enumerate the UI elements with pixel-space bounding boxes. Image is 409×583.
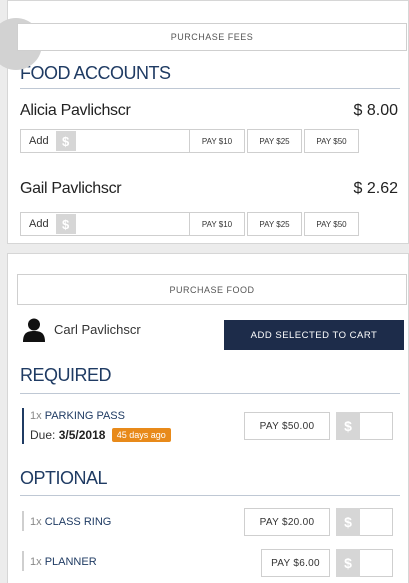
section-divider: [20, 88, 400, 89]
pay-25-button[interactable]: PAY $25: [247, 212, 302, 236]
overdue-badge: 45 days ago: [111, 428, 171, 442]
purchase-fees-panel: PURCHASE FEES FOOD ACCOUNTS Alicia Pavli…: [7, 0, 409, 244]
due-label: Due:: [30, 428, 56, 442]
purchase-fees-header[interactable]: PURCHASE FEES: [17, 23, 407, 51]
pay-10-button[interactable]: PAY $10: [189, 212, 245, 236]
item-title: CLASS RING: [44, 516, 112, 528]
add-label: Add: [29, 218, 49, 230]
item-amount-input[interactable]: [360, 412, 393, 440]
optional-item-name: 1x CLASS RING: [30, 516, 111, 528]
section-divider: [20, 495, 400, 496]
required-item-name: 1x PARKING PASS: [30, 410, 125, 422]
pay-item-button[interactable]: PAY $20.00: [244, 508, 330, 536]
dollar-icon: $: [55, 131, 76, 151]
pay-item-button[interactable]: PAY $50.00: [244, 412, 330, 440]
pay-50-button[interactable]: PAY $50: [304, 129, 359, 153]
food-accounts-title: FOOD ACCOUNTS: [20, 63, 171, 83]
item-amount-input[interactable]: [360, 508, 393, 536]
account-name: Gail Pavlichscr: [20, 180, 122, 197]
due-date-line: Due: 3/5/2018 45 days ago: [30, 428, 171, 442]
pay-10-button[interactable]: PAY $10: [189, 129, 245, 153]
dollar-icon: $: [336, 549, 360, 577]
pay-50-button[interactable]: PAY $50: [304, 212, 359, 236]
account-balance: $ 2.62: [353, 180, 398, 197]
item-amount-input[interactable]: [360, 549, 393, 577]
add-to-cart-button[interactable]: ADD SELECTED TO CART: [224, 320, 404, 350]
add-amount-field[interactable]: Add $: [20, 129, 192, 153]
add-amount-field[interactable]: Add $: [20, 212, 192, 236]
pay-25-button[interactable]: PAY $25: [247, 129, 302, 153]
optional-item-name: 1x PLANNER: [30, 556, 97, 568]
item-quantity: 1x: [30, 516, 42, 528]
dollar-icon: $: [336, 508, 360, 536]
section-divider: [20, 393, 400, 394]
dollar-icon: $: [55, 214, 76, 234]
item-accent-bar: [22, 408, 24, 444]
purchase-food-panel: PURCHASE FOOD Carl Pavlichscr ADD SELECT…: [7, 253, 409, 583]
item-accent-bar: [22, 511, 24, 531]
account-name: Alicia Pavlichscr: [20, 102, 131, 119]
pay-item-button[interactable]: PAY $6.00: [261, 549, 330, 577]
due-date: 3/5/2018: [58, 428, 106, 442]
optional-title: OPTIONAL: [20, 468, 108, 488]
item-quantity: 1x: [30, 556, 42, 568]
person-icon: [23, 318, 45, 342]
item-title: PLANNER: [44, 556, 97, 568]
student-name: Carl Pavlichscr: [54, 322, 141, 337]
required-title: REQUIRED: [20, 365, 112, 385]
add-label: Add: [29, 135, 49, 147]
dollar-icon: $: [336, 412, 360, 440]
account-balance: $ 8.00: [353, 102, 398, 119]
item-quantity: 1x: [30, 410, 42, 422]
item-title: PARKING PASS: [44, 410, 125, 422]
purchase-food-header[interactable]: PURCHASE FOOD: [17, 274, 407, 305]
item-accent-bar: [22, 551, 24, 571]
